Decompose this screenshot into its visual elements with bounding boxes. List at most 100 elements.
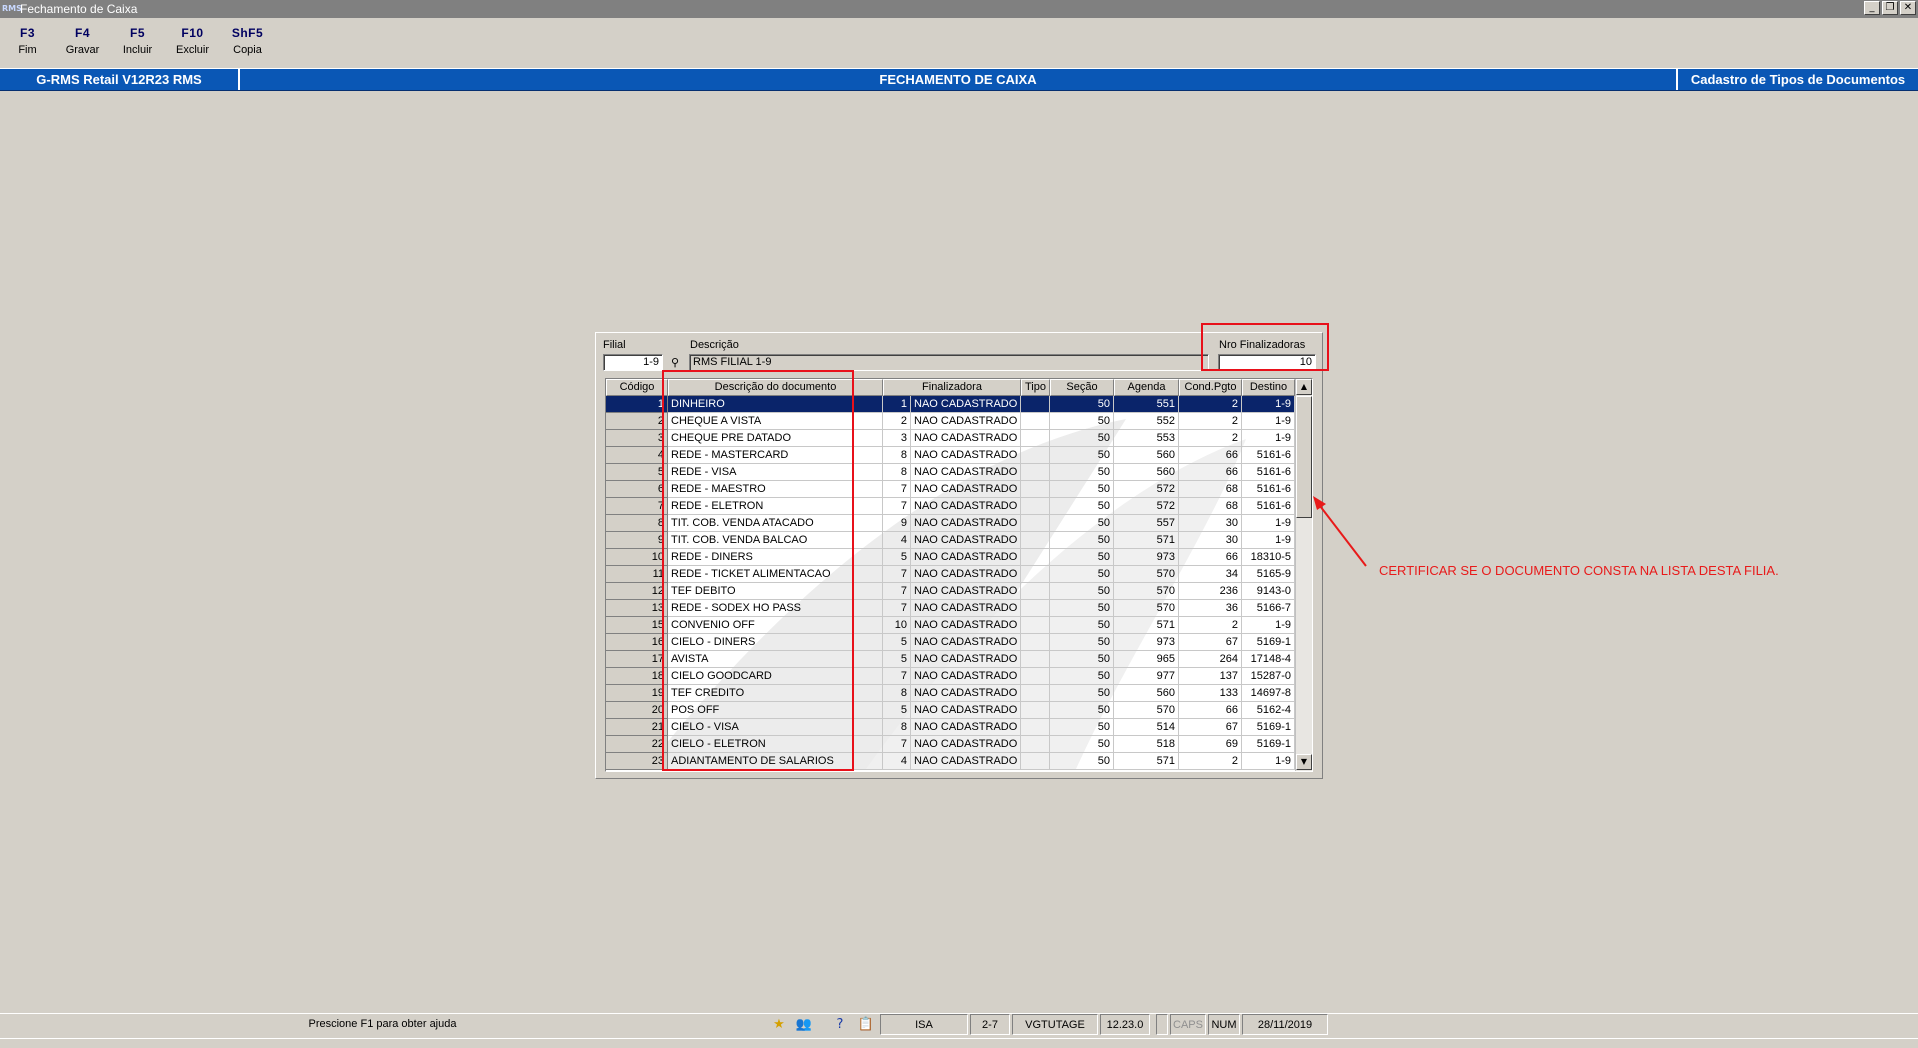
cell-finalizadora-num[interactable]: 7: [883, 668, 911, 685]
table-row[interactable]: 17 AVISTA 5 NAO CADASTRADO 50 965 264 17148-4: [606, 651, 1295, 668]
cell-finalizadora-desc[interactable]: NAO CADASTRADO: [911, 668, 1021, 685]
cell-cond-pgto[interactable]: 68: [1179, 498, 1242, 515]
cell-tipo[interactable]: [1021, 719, 1050, 736]
cell-codigo[interactable]: 9: [606, 532, 668, 549]
cell-destino[interactable]: 1-9: [1242, 396, 1295, 413]
cell-destino[interactable]: 1-9: [1242, 617, 1295, 634]
cell-codigo[interactable]: 8: [606, 515, 668, 532]
cell-secao[interactable]: 50: [1050, 753, 1114, 770]
cell-agenda[interactable]: 551: [1114, 396, 1179, 413]
cell-tipo[interactable]: [1021, 668, 1050, 685]
cell-finalizadora-desc[interactable]: NAO CADASTRADO: [911, 600, 1021, 617]
cell-tipo[interactable]: [1021, 498, 1050, 515]
table-row[interactable]: 18 CIELO GOODCARD 7 NAO CADASTRADO 50 977 137 1…: [606, 668, 1295, 685]
table-row[interactable]: 1 DINHEIRO 1 NAO CADASTRADO 50 551 2 1-9: [606, 396, 1295, 413]
cell-cond-pgto[interactable]: 68: [1179, 481, 1242, 498]
cell-cond-pgto[interactable]: 133: [1179, 685, 1242, 702]
cell-agenda[interactable]: 557: [1114, 515, 1179, 532]
scroll-thumb[interactable]: [1296, 396, 1312, 518]
table-row[interactable]: 21 CIELO - VISA 8 NAO CADASTRADO 50 514 67 5169…: [606, 719, 1295, 736]
cell-cond-pgto[interactable]: 2: [1179, 413, 1242, 430]
cell-descricao[interactable]: CHEQUE PRE DATADO: [668, 430, 883, 447]
cell-destino[interactable]: 5165-9: [1242, 566, 1295, 583]
close-button[interactable]: ✕: [1900, 1, 1916, 15]
cell-secao[interactable]: 50: [1050, 430, 1114, 447]
cell-finalizadora-num[interactable]: 9: [883, 515, 911, 532]
cell-cond-pgto[interactable]: 36: [1179, 600, 1242, 617]
cell-finalizadora-num[interactable]: 2: [883, 413, 911, 430]
cell-finalizadora-desc[interactable]: NAO CADASTRADO: [911, 736, 1021, 753]
table-row[interactable]: 16 CIELO - DINERS 5 NAO CADASTRADO 50 973 67 51…: [606, 634, 1295, 651]
cell-descricao[interactable]: TEF CREDITO: [668, 685, 883, 702]
cell-descricao[interactable]: CIELO GOODCARD: [668, 668, 883, 685]
cell-finalizadora-num[interactable]: 7: [883, 583, 911, 600]
cell-finalizadora-num[interactable]: 7: [883, 736, 911, 753]
cell-secao[interactable]: 50: [1050, 600, 1114, 617]
incluir-button[interactable]: F5 Incluir: [110, 26, 165, 66]
gravar-button[interactable]: F4 Gravar: [55, 26, 110, 66]
column-header-cond-pgto[interactable]: Cond.Pgto: [1179, 379, 1242, 396]
cell-agenda[interactable]: 560: [1114, 447, 1179, 464]
cell-finalizadora-desc[interactable]: NAO CADASTRADO: [911, 634, 1021, 651]
cell-descricao[interactable]: TIT. COB. VENDA BALCAO: [668, 532, 883, 549]
cell-tipo[interactable]: [1021, 753, 1050, 770]
table-row[interactable]: 2 CHEQUE A VISTA 2 NAO CADASTRADO 50 552 2 1-9: [606, 413, 1295, 430]
cell-descricao[interactable]: DINHEIRO: [668, 396, 883, 413]
table-row[interactable]: 4 REDE - MASTERCARD 8 NAO CADASTRADO 50 560 66…: [606, 447, 1295, 464]
cell-agenda[interactable]: 965: [1114, 651, 1179, 668]
cell-codigo[interactable]: 1: [606, 396, 668, 413]
cell-agenda[interactable]: 553: [1114, 430, 1179, 447]
cell-finalizadora-num[interactable]: 1: [883, 396, 911, 413]
cell-codigo[interactable]: 2: [606, 413, 668, 430]
table-row[interactable]: 11 REDE - TICKET ALIMENTACAO 7 NAO CADASTRA…: [606, 566, 1295, 583]
cell-descricao[interactable]: TEF DEBITO: [668, 583, 883, 600]
cell-descricao[interactable]: CHEQUE A VISTA: [668, 413, 883, 430]
cell-tipo[interactable]: [1021, 413, 1050, 430]
cell-destino[interactable]: 18310-5: [1242, 549, 1295, 566]
table-row[interactable]: 10 REDE - DINERS 5 NAO CADASTRADO 50 973 66 183…: [606, 549, 1295, 566]
excluir-button[interactable]: F10 Excluir: [165, 26, 220, 66]
cell-tipo[interactable]: [1021, 634, 1050, 651]
cell-destino[interactable]: 5161-6: [1242, 481, 1295, 498]
minimize-button[interactable]: _: [1864, 1, 1880, 15]
cell-agenda[interactable]: 518: [1114, 736, 1179, 753]
cell-agenda[interactable]: 572: [1114, 498, 1179, 515]
cell-secao[interactable]: 50: [1050, 532, 1114, 549]
cell-tipo[interactable]: [1021, 481, 1050, 498]
cell-descricao[interactable]: POS OFF: [668, 702, 883, 719]
cell-descricao[interactable]: CIELO - ELETRON: [668, 736, 883, 753]
cell-tipo[interactable]: [1021, 464, 1050, 481]
cell-descricao[interactable]: REDE - DINERS: [668, 549, 883, 566]
column-header-codigo[interactable]: Código: [606, 379, 668, 396]
cell-finalizadora-desc[interactable]: NAO CADASTRADO: [911, 430, 1021, 447]
cell-finalizadora-num[interactable]: 5: [883, 549, 911, 566]
cell-codigo[interactable]: 3: [606, 430, 668, 447]
cell-finalizadora-num[interactable]: 7: [883, 566, 911, 583]
cell-destino[interactable]: 5162-4: [1242, 702, 1295, 719]
cell-agenda[interactable]: 571: [1114, 617, 1179, 634]
column-header-finalizadora[interactable]: Finalizadora: [883, 379, 1021, 396]
cell-finalizadora-desc[interactable]: NAO CADASTRADO: [911, 481, 1021, 498]
column-header-descricao[interactable]: Descrição do documento: [668, 379, 883, 396]
cell-descricao[interactable]: REDE - TICKET ALIMENTACAO: [668, 566, 883, 583]
cell-codigo[interactable]: 5: [606, 464, 668, 481]
cell-finalizadora-desc[interactable]: NAO CADASTRADO: [911, 532, 1021, 549]
cell-secao[interactable]: 50: [1050, 617, 1114, 634]
cell-destino[interactable]: 5166-7: [1242, 600, 1295, 617]
cell-cond-pgto[interactable]: 2: [1179, 396, 1242, 413]
cell-agenda[interactable]: 560: [1114, 685, 1179, 702]
cell-cond-pgto[interactable]: 236: [1179, 583, 1242, 600]
cell-tipo[interactable]: [1021, 583, 1050, 600]
cell-finalizadora-desc[interactable]: NAO CADASTRADO: [911, 413, 1021, 430]
cell-finalizadora-num[interactable]: 8: [883, 685, 911, 702]
cell-finalizadora-desc[interactable]: NAO CADASTRADO: [911, 515, 1021, 532]
cell-codigo[interactable]: 16: [606, 634, 668, 651]
cell-agenda[interactable]: 570: [1114, 583, 1179, 600]
cell-descricao[interactable]: REDE - VISA: [668, 464, 883, 481]
cell-secao[interactable]: 50: [1050, 634, 1114, 651]
copia-button[interactable]: ShF5 Copia: [220, 26, 275, 66]
cell-agenda[interactable]: 552: [1114, 413, 1179, 430]
cell-codigo[interactable]: 22: [606, 736, 668, 753]
table-row[interactable]: 3 CHEQUE PRE DATADO 3 NAO CADASTRADO 50 553 2 1…: [606, 430, 1295, 447]
users-icon[interactable]: 👥: [795, 1016, 813, 1034]
